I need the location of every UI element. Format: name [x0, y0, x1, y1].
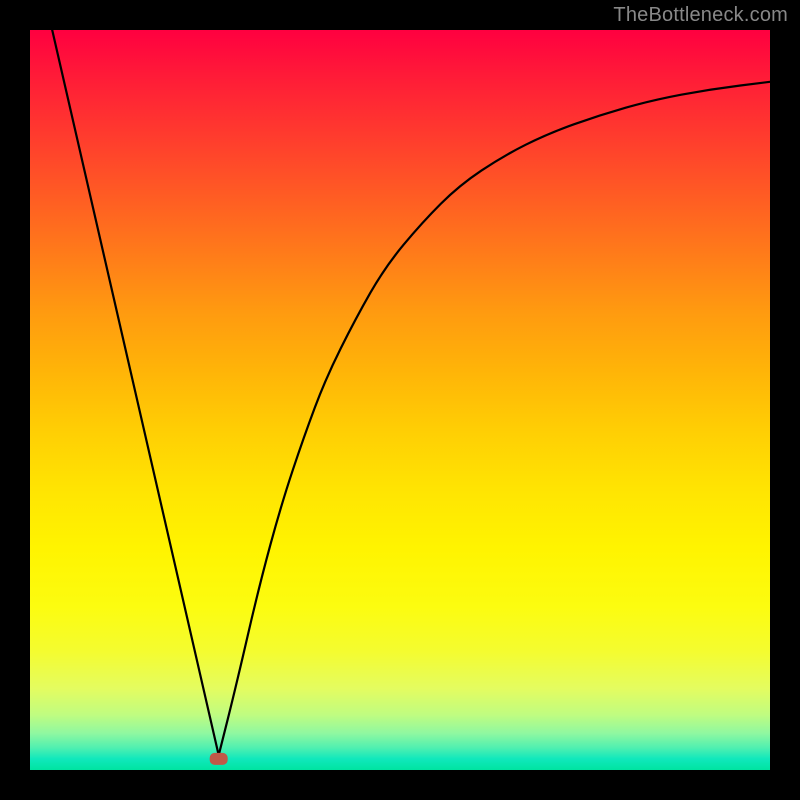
- chart-frame: TheBottleneck.com: [0, 0, 800, 800]
- watermark-text: TheBottleneck.com: [613, 4, 788, 27]
- plot-area: [30, 30, 770, 770]
- curve-left-branch: [52, 30, 219, 755]
- curve-right-branch: [219, 82, 770, 755]
- curve-layer: [30, 30, 770, 770]
- bottleneck-curve: [52, 30, 770, 755]
- minimum-marker: [210, 753, 228, 765]
